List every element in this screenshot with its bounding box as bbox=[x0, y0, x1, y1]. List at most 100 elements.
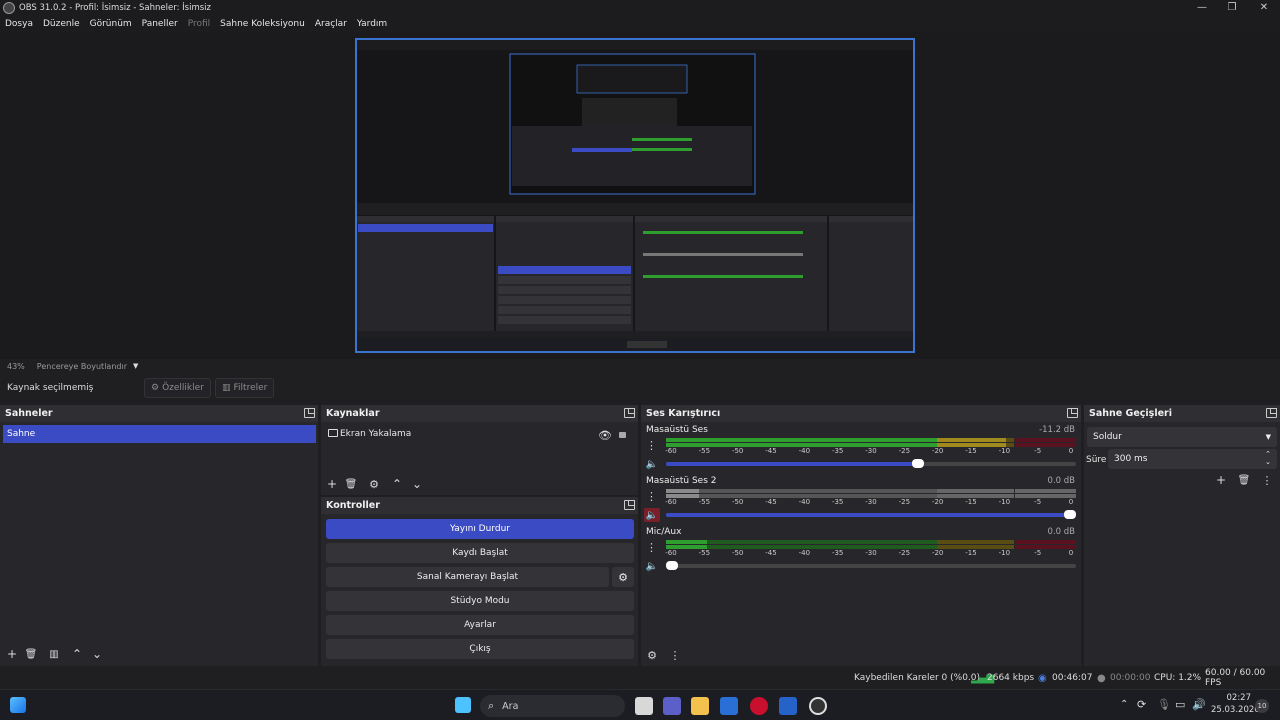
task-view-icon[interactable] bbox=[635, 697, 653, 715]
meter-segment bbox=[936, 438, 1007, 442]
speaker-icon[interactable]: 🔈 bbox=[644, 457, 660, 471]
controls-title: Kontroller bbox=[326, 500, 380, 511]
menu-scene-collection[interactable]: Sahne Koleksiyonu bbox=[220, 19, 305, 29]
screen-capture-preview[interactable] bbox=[355, 38, 915, 353]
taskbar-search[interactable]: ⌕ Ara bbox=[480, 695, 625, 717]
stop-stream-button[interactable]: Yayını Durdur bbox=[326, 519, 634, 539]
tick-label: -20 bbox=[931, 498, 944, 506]
trash-icon[interactable]: 🗑 bbox=[23, 646, 39, 662]
filters-button[interactable]: ▥ Filtreler bbox=[215, 378, 275, 398]
muted-speaker-icon[interactable]: 🔈 bbox=[644, 508, 660, 522]
cpu-usage: CPU: 1.2% bbox=[1154, 673, 1202, 683]
studio-mode-button[interactable]: Stüdyo Modu bbox=[326, 591, 634, 611]
menu-view[interactable]: Görünüm bbox=[90, 19, 132, 29]
undock-icon[interactable] bbox=[1266, 408, 1277, 418]
channel-name: Masaüstü Ses 2 bbox=[646, 476, 717, 486]
menu-tools[interactable]: Araçlar bbox=[315, 19, 347, 29]
chevron-down-icon[interactable]: ▼ bbox=[133, 362, 138, 370]
meter-segment bbox=[666, 438, 937, 442]
volume-slider[interactable] bbox=[666, 459, 1076, 468]
scene-filters-icon[interactable]: ▥ bbox=[46, 646, 62, 662]
undock-icon[interactable] bbox=[1067, 408, 1078, 418]
scenes-dock: Sahneler Sahne + 🗑 ▥ ⌃ ⌄ bbox=[0, 405, 318, 666]
microphone-icon[interactable]: 🎙 bbox=[1157, 698, 1171, 711]
tick-label: -10 bbox=[998, 549, 1011, 557]
transition-select[interactable]: Soldur ▼ bbox=[1087, 427, 1277, 447]
lock-icon[interactable] bbox=[619, 432, 626, 438]
move-down-icon[interactable]: ⌄ bbox=[409, 476, 425, 492]
gear-icon[interactable]: ⚙ bbox=[644, 647, 660, 663]
chevron-up-icon[interactable]: ⌃ bbox=[1120, 699, 1128, 710]
trash-icon[interactable]: 🗑 bbox=[1236, 472, 1252, 488]
recursive-capture-image bbox=[357, 40, 913, 351]
minimize-button[interactable]: — bbox=[1186, 0, 1218, 15]
transitions-title: Sahne Geçişleri bbox=[1089, 408, 1172, 419]
start-record-button[interactable]: Kaydı Başlat bbox=[326, 543, 634, 563]
vertical-dots-icon[interactable]: ⋮ bbox=[1259, 472, 1275, 488]
undock-icon[interactable] bbox=[624, 408, 635, 418]
fit-to-window-select[interactable]: Pencereye Boyutlandır bbox=[37, 362, 127, 371]
scene-transitions-dock: Sahne Geçişleri Soldur ▼ Süre 300 ms ⌃ ⌄ … bbox=[1084, 405, 1280, 666]
zoom-level: 43% bbox=[7, 361, 25, 371]
menu-docks[interactable]: Paneller bbox=[142, 19, 178, 29]
volume-slider[interactable] bbox=[666, 510, 1076, 519]
close-button[interactable]: ✕ bbox=[1248, 0, 1280, 15]
menu-file[interactable]: Dosya bbox=[5, 19, 33, 29]
vertical-dots-icon[interactable]: ⋮ bbox=[646, 490, 657, 503]
duration-spinbox[interactable]: 300 ms ⌃ ⌄ bbox=[1108, 449, 1277, 469]
teams-icon[interactable] bbox=[663, 697, 681, 715]
widgets-icon[interactable] bbox=[10, 697, 26, 713]
virtualcam-settings-gear-icon[interactable]: ⚙ bbox=[612, 567, 634, 587]
undock-icon[interactable] bbox=[304, 408, 315, 418]
volume-icon[interactable]: 🔊 bbox=[1192, 698, 1206, 711]
add-transition-icon[interactable]: + bbox=[1213, 472, 1229, 488]
sync-icon[interactable]: ⟳ bbox=[1137, 698, 1146, 711]
clock-date[interactable]: 25.03.2026 bbox=[1211, 705, 1260, 715]
opera-icon[interactable] bbox=[750, 697, 768, 715]
source-item-label[interactable]: Ekran Yakalama bbox=[340, 429, 411, 439]
filter-icon: ▥ bbox=[222, 383, 231, 393]
volume-knob[interactable] bbox=[1064, 510, 1076, 519]
meter-ticks: -60 -55 -50 -45 -40 -35 -30 -25 -20 -15 -10 -5 0 bbox=[665, 447, 1076, 457]
exit-button[interactable]: Çıkış bbox=[326, 639, 634, 659]
move-up-icon[interactable]: ⌃ bbox=[389, 476, 405, 492]
volume-knob[interactable] bbox=[912, 459, 925, 468]
clock-time[interactable]: 02:27 bbox=[1213, 693, 1252, 703]
eye-icon[interactable]: 👁 bbox=[597, 427, 613, 443]
gear-icon[interactable]: ⚙ bbox=[366, 476, 382, 492]
file-explorer-icon[interactable] bbox=[691, 697, 709, 715]
start-virtualcam-button[interactable]: Sanal Kamerayı Başlat bbox=[326, 567, 609, 587]
obs-taskbar-icon[interactable] bbox=[809, 697, 827, 715]
tick-label: -25 bbox=[898, 549, 911, 557]
speaker-icon[interactable]: 🔈 bbox=[644, 559, 660, 573]
tick-label: -45 bbox=[765, 447, 777, 455]
volume-knob[interactable] bbox=[666, 561, 678, 570]
move-down-icon[interactable]: ⌄ bbox=[89, 646, 105, 662]
move-up-icon[interactable]: ⌃ bbox=[69, 646, 85, 662]
network-icon[interactable]: ▭ bbox=[1175, 698, 1185, 711]
mz-app-icon[interactable] bbox=[779, 697, 797, 715]
scene-item-sahne[interactable]: Sahne bbox=[3, 425, 316, 443]
windows-start-icon[interactable] bbox=[455, 697, 471, 713]
add-source-icon[interactable]: + bbox=[324, 476, 340, 492]
vertical-dots-icon[interactable]: ⋮ bbox=[646, 439, 657, 452]
vertical-dots-icon[interactable]: ⋮ bbox=[646, 541, 657, 554]
trash-icon[interactable]: 🗑 bbox=[343, 476, 359, 492]
settings-button[interactable]: Ayarlar bbox=[326, 615, 634, 635]
channel-db: 0.0 dB bbox=[1047, 527, 1075, 537]
vertical-dots-icon[interactable]: ⋮ bbox=[667, 647, 683, 663]
stream-icon: ◉ bbox=[1038, 672, 1047, 684]
scenes-header: Sahneler bbox=[0, 405, 318, 422]
duration-label: Süre bbox=[1086, 455, 1107, 465]
volume-slider[interactable] bbox=[666, 561, 1076, 570]
store-icon[interactable] bbox=[720, 697, 738, 715]
notification-badge[interactable]: 10 bbox=[1255, 699, 1269, 713]
tick-label: -5 bbox=[1034, 549, 1042, 557]
menu-edit[interactable]: Düzenle bbox=[43, 19, 80, 29]
menu-help[interactable]: Yardım bbox=[357, 19, 387, 29]
add-scene-icon[interactable]: + bbox=[4, 646, 20, 662]
maximize-button[interactable]: ❐ bbox=[1216, 0, 1248, 15]
properties-button[interactable]: ⚙ Özellikler bbox=[144, 378, 211, 398]
undock-icon[interactable] bbox=[624, 500, 635, 510]
spin-arrows-icon[interactable]: ⌃ ⌄ bbox=[1265, 450, 1271, 466]
